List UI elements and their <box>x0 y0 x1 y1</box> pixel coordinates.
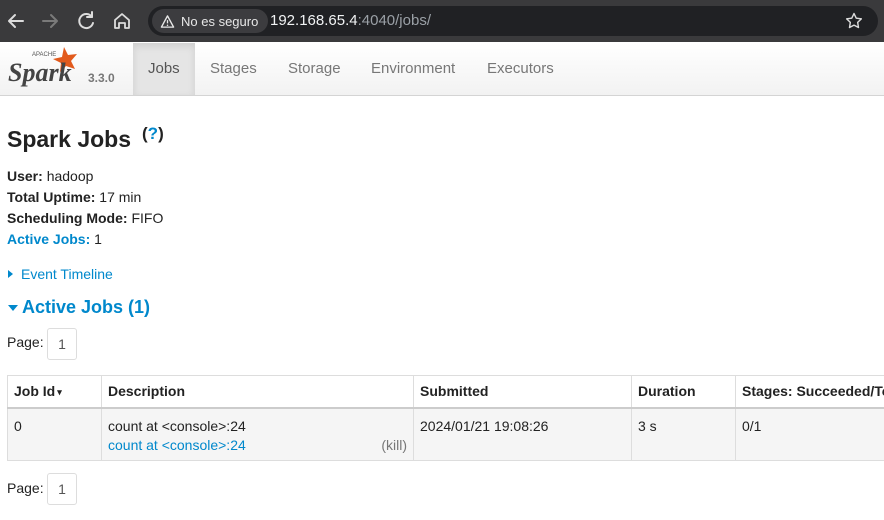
spark-logo[interactable]: APACHE Spark <box>6 45 86 93</box>
tab-environment[interactable]: Environment <box>356 43 470 95</box>
page-label-top: Page: <box>7 334 44 350</box>
header-submitted[interactable]: Submitted <box>413 375 632 409</box>
page-title: Spark Jobs <box>7 126 131 152</box>
uptime-label: Total Uptime: <box>7 189 96 205</box>
user-value: hadoop <box>46 168 94 184</box>
kill-link[interactable]: (kill) <box>381 436 407 455</box>
page-number-top[interactable]: 1 <box>47 328 77 360</box>
browser-toolbar: No es seguro 192.168.65.4:4040/jobs/ <box>0 0 884 42</box>
active-jobs-section-title: Active Jobs (1) <box>22 297 151 317</box>
cell-stages: 0/1 <box>735 407 884 461</box>
tab-jobs[interactable]: Jobs <box>133 43 195 95</box>
table-row: 0 count at <console>:24 count at <consol… <box>7 407 884 461</box>
sort-desc-icon: ▾ <box>57 387 62 397</box>
scheduling-label: Scheduling Mode: <box>7 210 128 226</box>
spark-version: 3.3.0 <box>88 71 115 85</box>
page-label-bottom: Page: <box>7 480 44 496</box>
cell-duration: 3 s <box>631 407 736 461</box>
description-link[interactable]: count at <console>:24 <box>108 436 246 455</box>
spark-navbar: APACHE Spark 3.3.0 Jobs Stages Storage E… <box>0 43 884 96</box>
back-arrow-icon[interactable] <box>4 9 28 33</box>
tab-stages[interactable]: Stages <box>195 43 272 95</box>
security-label: No es seguro <box>181 13 259 29</box>
active-jobs-info: Active Jobs: 1 <box>7 231 102 247</box>
user-label: User: <box>7 168 43 184</box>
uptime-info: Total Uptime: 17 min <box>7 189 141 205</box>
collapse-arrow-icon <box>8 304 18 311</box>
header-job-id[interactable]: Job Id ▾ <box>7 375 102 409</box>
active-jobs-table: Job Id ▾ Description Submitted Duration S… <box>7 375 884 461</box>
header-stages[interactable]: Stages: Succeeded/Total <box>735 375 884 409</box>
url-path: :4040/jobs/ <box>357 12 431 29</box>
reload-icon[interactable] <box>74 9 98 33</box>
help-tooltip[interactable]: (?) <box>142 124 164 144</box>
table-header-row: Job Id ▾ Description Submitted Duration S… <box>7 375 884 409</box>
tab-executors[interactable]: Executors <box>472 43 569 95</box>
active-jobs-section-toggle[interactable]: Active Jobs (1) <box>8 297 150 318</box>
active-jobs-link[interactable]: Active Jobs: <box>7 231 90 247</box>
expand-arrow-icon <box>8 270 13 278</box>
cell-submitted: 2024/01/21 19:08:26 <box>413 407 632 461</box>
user-info: User: hadoop <box>7 168 93 184</box>
header-duration[interactable]: Duration <box>631 375 736 409</box>
home-icon[interactable] <box>110 9 134 33</box>
bookmark-star-icon[interactable] <box>844 11 864 31</box>
cell-job-id: 0 <box>7 407 102 461</box>
uptime-value: 17 min <box>99 189 142 205</box>
cell-description: count at <console>:24 count at <console>… <box>101 407 414 461</box>
event-timeline-toggle[interactable]: Event Timeline <box>8 266 113 282</box>
page-number-bottom[interactable]: 1 <box>47 473 77 505</box>
security-chip[interactable]: No es seguro <box>152 9 269 33</box>
scheduling-info: Scheduling Mode: FIFO <box>7 210 163 226</box>
scheduling-value: FIFO <box>131 210 164 226</box>
header-description[interactable]: Description <box>101 375 414 409</box>
active-jobs-count: 1 <box>94 231 102 247</box>
address-bar[interactable]: No es seguro 192.168.65.4:4040/jobs/ <box>148 6 878 36</box>
tab-storage[interactable]: Storage <box>273 43 356 95</box>
logo-spark-text: Spark <box>8 58 72 87</box>
url-text[interactable]: 192.168.65.4:4040/jobs/ <box>270 12 431 29</box>
help-link[interactable]: ? <box>148 124 158 143</box>
event-timeline-label: Event Timeline <box>21 266 113 282</box>
url-host: 192.168.65.4 <box>270 12 358 29</box>
description-text: count at <console>:24 <box>108 418 246 434</box>
warning-icon <box>160 14 175 28</box>
forward-arrow-icon[interactable] <box>38 9 62 33</box>
